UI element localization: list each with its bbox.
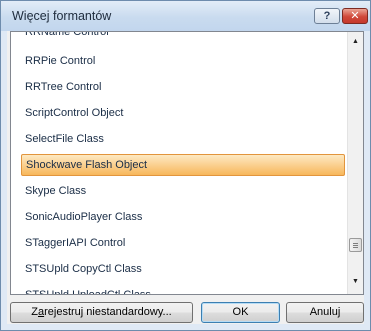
help-icon: ? <box>323 10 331 22</box>
list-item[interactable]: RRName Control <box>21 32 345 43</box>
list-item-selected[interactable]: Shockwave Flash Object <box>21 154 345 176</box>
list-item[interactable]: STSUpld UploadCtl Class <box>21 284 345 294</box>
list-item[interactable]: STSUpld CopyCtl Class <box>21 258 345 280</box>
list-item[interactable]: SelectFile Class <box>21 128 345 150</box>
controls-list: RRName Control RRPie Control RRTree Cont… <box>11 32 347 294</box>
close-icon: ✕ <box>350 10 360 22</box>
list-item[interactable]: STaggerIAPI Control <box>21 232 345 254</box>
vertical-scrollbar[interactable]: ▲ ▼ <box>347 32 363 294</box>
dialog-title: Więcej formantów <box>12 9 112 23</box>
ok-button[interactable]: OK <box>201 302 280 323</box>
more-controls-dialog: Więcej formantów ? ✕ RRName Control RRPi… <box>0 0 371 331</box>
list-item[interactable]: ScriptControl Object <box>21 102 345 124</box>
register-label-prefix: Z <box>31 306 38 318</box>
controls-listbox[interactable]: RRName Control RRPie Control RRTree Cont… <box>10 31 364 295</box>
scroll-up-icon[interactable]: ▲ <box>348 34 363 50</box>
register-custom-button[interactable]: Zarejestruj niestandardowy... <box>10 302 193 323</box>
thumb-grip-line <box>353 247 358 248</box>
thumb-grip-line <box>353 245 358 246</box>
cancel-button[interactable]: Anuluj <box>286 302 364 323</box>
list-item[interactable]: RRTree Control <box>21 76 345 98</box>
list-item[interactable]: RRPie Control <box>21 50 345 72</box>
list-item[interactable]: Skype Class <box>21 180 345 202</box>
scroll-down-icon[interactable]: ▼ <box>348 274 363 290</box>
title-bar[interactable]: Więcej formantów ? ✕ <box>1 1 370 31</box>
thumb-grip-line <box>353 243 358 244</box>
help-button[interactable]: ? <box>314 8 340 24</box>
close-button[interactable]: ✕ <box>342 8 368 24</box>
list-item[interactable]: SonicAudioPlayer Class <box>21 206 345 228</box>
scrollbar-thumb[interactable] <box>349 238 362 252</box>
register-label-rest: rejestruj niestandardowy... <box>44 306 172 318</box>
